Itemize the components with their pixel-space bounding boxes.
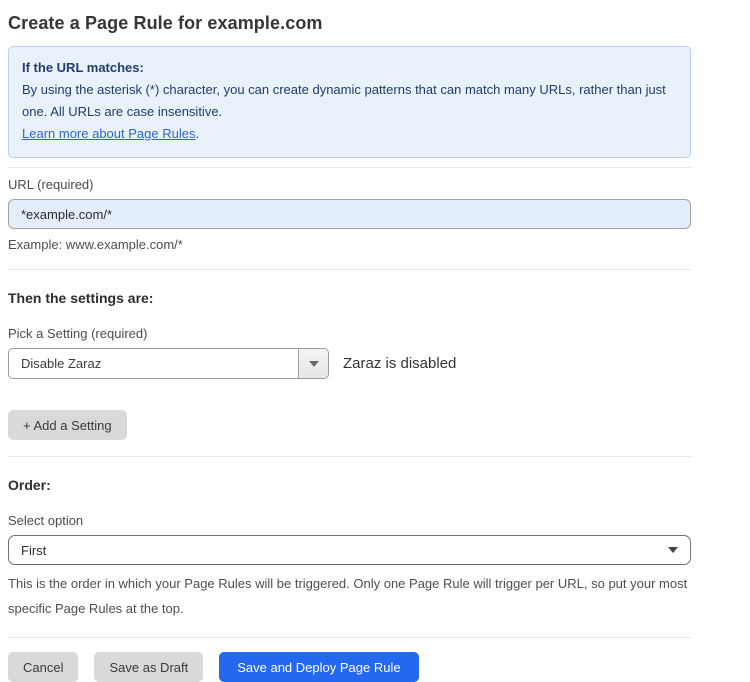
save-as-draft-button[interactable]: Save as Draft [94, 652, 203, 682]
order-section-heading: Order: [8, 477, 691, 494]
setting-select-value: Disable Zaraz [9, 349, 298, 378]
setting-status-text: Zaraz is disabled [343, 355, 456, 372]
setting-select-arrow-button[interactable] [298, 349, 328, 378]
url-input[interactable] [8, 199, 691, 229]
info-box-link-line: Learn more about Page Rules. [22, 123, 676, 145]
learn-more-link[interactable]: Learn more about Page Rules [22, 126, 195, 141]
divider [8, 637, 691, 638]
cancel-button[interactable]: Cancel [8, 652, 78, 682]
order-helper-text: This is the order in which your Page Rul… [8, 571, 691, 621]
order-select-value: First [21, 543, 46, 558]
info-box-body: By using the asterisk (*) character, you… [22, 79, 676, 123]
info-box-heading: If the URL matches: [22, 57, 676, 79]
setting-select[interactable]: Disable Zaraz [8, 348, 329, 379]
divider [8, 167, 691, 168]
url-example-helper: Example: www.example.com/* [8, 236, 691, 253]
order-select[interactable]: First [8, 535, 691, 565]
page-rule-form: Create a Page Rule for example.com If th… [0, 0, 691, 682]
chevron-down-icon [668, 547, 678, 553]
divider [8, 269, 691, 270]
save-and-deploy-button[interactable]: Save and Deploy Page Rule [219, 652, 418, 682]
url-field-label: URL (required) [8, 177, 691, 193]
settings-section-heading: Then the settings are: [8, 290, 691, 307]
setting-row: Disable Zaraz Zaraz is disabled [8, 348, 691, 379]
order-select-label: Select option [8, 513, 691, 529]
chevron-down-icon [309, 361, 319, 367]
page-title: Create a Page Rule for example.com [8, 12, 691, 34]
pick-setting-label: Pick a Setting (required) [8, 326, 691, 342]
url-match-info-box: If the URL matches: By using the asteris… [8, 46, 691, 158]
add-setting-button[interactable]: + Add a Setting [8, 410, 127, 440]
divider [8, 456, 691, 457]
info-box-body-text: By using the asterisk (*) character, you… [22, 82, 666, 119]
link-suffix: . [195, 126, 199, 141]
footer-actions: Cancel Save as Draft Save and Deploy Pag… [8, 652, 691, 682]
